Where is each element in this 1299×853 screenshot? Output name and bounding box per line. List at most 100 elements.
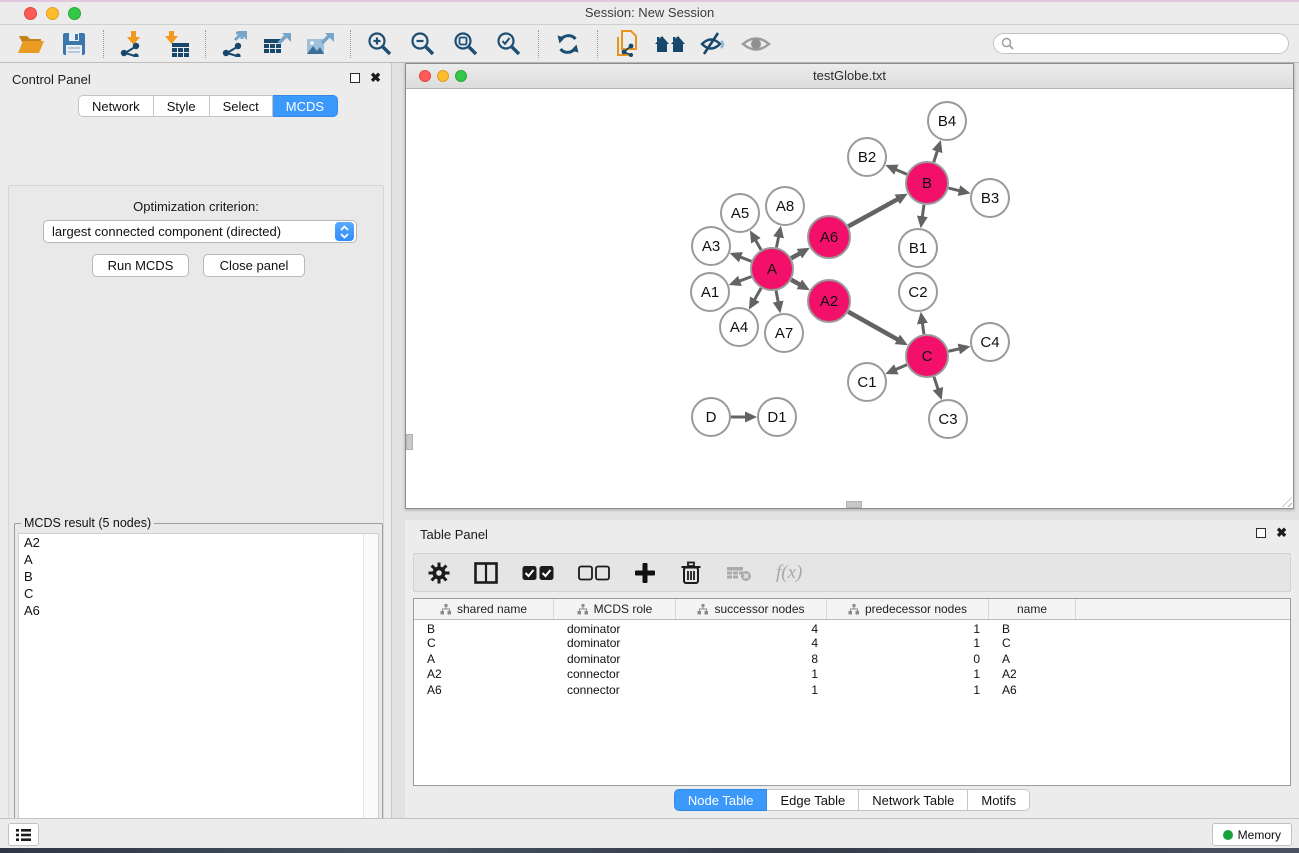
zoom-in-icon[interactable] [363, 29, 397, 59]
export-image-icon[interactable] [304, 29, 338, 59]
tab-style[interactable]: Style [154, 95, 210, 117]
table-panel-title: Table Panel [420, 527, 488, 542]
list-item[interactable]: C [19, 585, 378, 602]
table-options-gear-icon[interactable] [428, 562, 450, 584]
graph-edge-A-A5[interactable] [755, 240, 761, 250]
tab-network[interactable]: Network [78, 95, 154, 117]
mcds-result-list[interactable]: A2 A B C A6 [18, 533, 379, 842]
save-session-icon[interactable] [57, 29, 91, 59]
graph-edge-B-B2[interactable] [895, 169, 906, 174]
tab-network-table[interactable]: Network Table [859, 789, 968, 811]
criterion-dropdown[interactable]: largest connected component (directed) [43, 220, 357, 243]
zoom-network-button[interactable] [455, 70, 467, 82]
float-panel-icon[interactable] [350, 73, 360, 83]
table-panel: Table Panel ✖ f(x) sha [405, 520, 1299, 818]
zoom-out-icon[interactable] [406, 29, 440, 59]
graph-edge-A-A3[interactable] [740, 257, 751, 261]
close-window-button[interactable] [24, 7, 37, 20]
vertical-scroll-nub[interactable] [406, 434, 413, 450]
graph-edge-B-B3[interactable] [948, 188, 959, 191]
graph-edge-B-B4[interactable] [934, 151, 938, 163]
graph-edge-A-A8[interactable] [776, 236, 778, 247]
graph-edge-A-A7[interactable] [776, 291, 778, 303]
show-panels-list-button[interactable] [8, 823, 39, 846]
list-item[interactable]: A6 [19, 602, 378, 619]
graph-node-label: C4 [980, 334, 999, 351]
minimize-window-button[interactable] [46, 7, 59, 20]
refresh-icon[interactable] [551, 29, 585, 59]
column-header-successor-nodes[interactable]: successor nodes [676, 599, 827, 619]
table-body: Bdominator41B Cdominator41C Adominator80… [414, 620, 1290, 699]
tab-mcds[interactable]: MCDS [273, 95, 338, 117]
close-network-button[interactable] [419, 70, 431, 82]
close-panel-button[interactable]: Close panel [203, 254, 305, 277]
memory-label: Memory [1238, 828, 1281, 842]
zoom-window-button[interactable] [68, 7, 81, 20]
graph-edge-C-C3[interactable] [934, 377, 938, 390]
create-column-icon[interactable] [634, 562, 656, 584]
column-header-mcds-role[interactable]: MCDS role [554, 599, 676, 619]
table-row[interactable]: A2connector11A2 [414, 667, 1290, 683]
graph-node-label: C [922, 348, 933, 365]
select-all-columns-icon[interactable] [522, 565, 554, 581]
tab-edge-table[interactable]: Edge Table [767, 789, 859, 811]
hide-graphics-details-icon[interactable] [696, 29, 730, 59]
graph-edge-A-A2[interactable] [791, 280, 800, 285]
run-mcds-button[interactable]: Run MCDS [92, 254, 189, 277]
graph-node-label: B2 [858, 149, 876, 166]
list-item[interactable]: A [19, 551, 378, 568]
show-column-panel-icon[interactable] [474, 562, 498, 584]
tab-select[interactable]: Select [210, 95, 273, 117]
table-row[interactable]: Cdominator41C [414, 636, 1290, 652]
import-network-icon[interactable] [116, 29, 150, 59]
graph-node-label: D1 [767, 409, 786, 426]
table-row[interactable]: Bdominator41B [414, 620, 1290, 636]
list-item[interactable]: B [19, 568, 378, 585]
memory-button[interactable]: Memory [1212, 823, 1292, 846]
zoom-selected-icon[interactable] [492, 29, 526, 59]
table-row[interactable]: Adominator80A [414, 652, 1290, 668]
tab-motifs[interactable]: Motifs [968, 789, 1030, 811]
graph-edge-A-A6[interactable] [791, 253, 800, 258]
column-header-name[interactable]: name [989, 599, 1076, 619]
graph-edge-A-A1[interactable] [739, 277, 751, 282]
column-header-shared-name[interactable]: shared name [414, 599, 554, 619]
zoom-fit-icon[interactable] [449, 29, 483, 59]
dropdown-stepper-icon [335, 222, 354, 241]
close-panel-icon[interactable]: ✖ [1276, 528, 1287, 538]
list-item[interactable]: A2 [19, 534, 378, 551]
open-session-icon[interactable] [14, 29, 48, 59]
table-row[interactable]: A6connector11A6 [414, 683, 1290, 699]
graph-node-label: C3 [938, 411, 957, 428]
graph-edge-C-C2[interactable] [922, 323, 924, 335]
delete-columns-icon[interactable] [680, 561, 702, 585]
tab-node-table[interactable]: Node Table [674, 789, 768, 811]
unselect-all-columns-icon[interactable] [578, 565, 610, 581]
graph-edge-C-C1[interactable] [895, 365, 906, 370]
network-canvas[interactable]: AA1A2A3A4A5A6A7A8BB1B2B3B4CC1C2C3C4DD1 [406, 89, 1293, 508]
graph-node-label: A [767, 261, 777, 278]
show-eye-icon[interactable] [739, 29, 773, 59]
home-icon[interactable] [653, 29, 687, 59]
minimize-network-button[interactable] [437, 70, 449, 82]
search-input[interactable] [993, 33, 1289, 54]
delete-table-icon [726, 564, 752, 582]
close-panel-icon[interactable]: ✖ [370, 73, 381, 83]
export-table-icon[interactable] [261, 29, 295, 59]
graph-edge-A6-B[interactable] [848, 199, 898, 226]
duplicate-network-icon[interactable] [610, 29, 644, 59]
toolbar-separator [597, 30, 598, 58]
network-graph: AA1A2A3A4A5A6A7A8BB1B2B3B4CC1C2C3C4DD1 [406, 89, 1293, 508]
graph-edge-C-C4[interactable] [948, 349, 959, 352]
export-network-icon[interactable] [218, 29, 252, 59]
horizontal-scroll-nub[interactable] [846, 501, 862, 508]
scrollbar-track[interactable] [363, 534, 378, 841]
toolbar-separator [103, 30, 104, 58]
graph-edge-A2-C[interactable] [848, 312, 898, 340]
toolbar-separator [350, 30, 351, 58]
graph-edge-B-B1[interactable] [922, 205, 924, 218]
column-header-predecessor-nodes[interactable]: predecessor nodes [827, 599, 989, 619]
graph-edge-A-A4[interactable] [754, 288, 761, 300]
import-table-icon[interactable] [159, 29, 193, 59]
float-panel-icon[interactable] [1256, 528, 1266, 538]
